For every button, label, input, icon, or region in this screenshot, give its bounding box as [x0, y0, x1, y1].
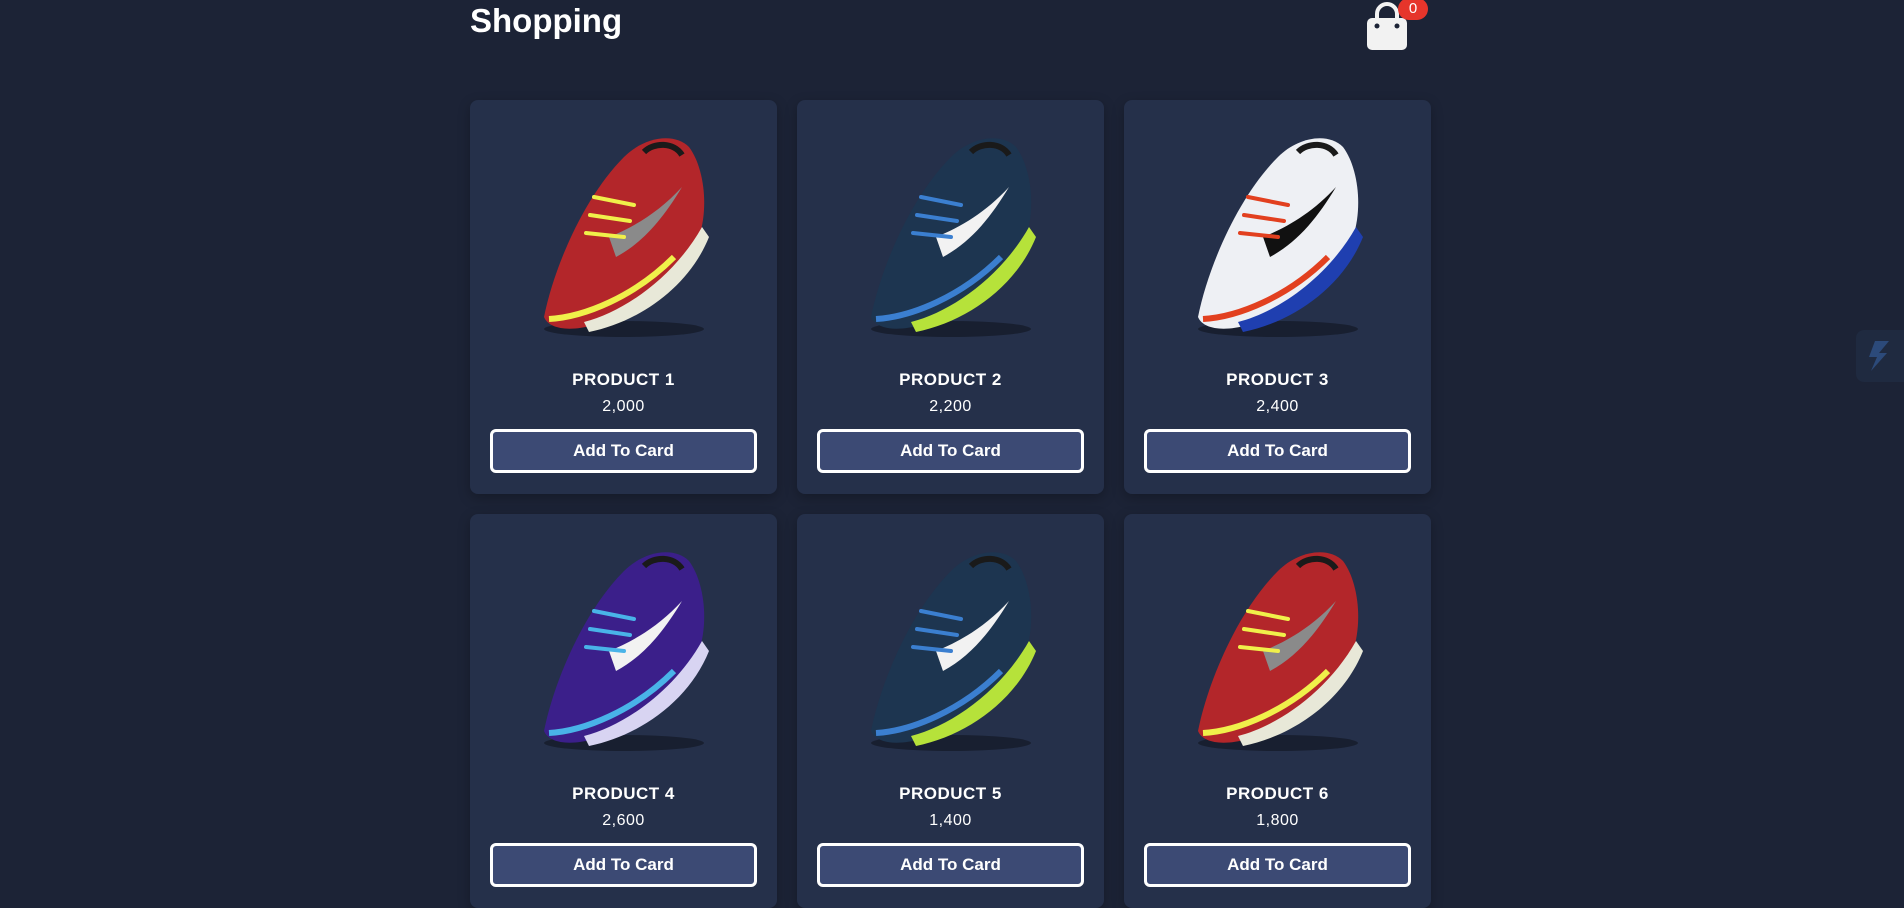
product-image [1164, 112, 1391, 352]
product-card: PRODUCT 3 2,400 Add To Card [1124, 100, 1431, 494]
add-to-cart-button[interactable]: Add To Card [1144, 429, 1411, 473]
page-container: Shopping 0 PRODUCT 1 2,000 Add To Card P… [470, 0, 1432, 908]
lightning-icon [1869, 341, 1889, 371]
product-name: PRODUCT 4 [572, 784, 675, 803]
add-to-cart-button[interactable]: Add To Card [817, 843, 1084, 887]
add-to-cart-button[interactable]: Add To Card [490, 843, 757, 887]
cart-count-badge: 0 [1398, 0, 1428, 20]
product-name: PRODUCT 3 [1226, 370, 1329, 389]
product-image [1164, 526, 1391, 766]
add-to-cart-button[interactable]: Add To Card [490, 429, 757, 473]
product-price: 1,800 [1256, 812, 1299, 829]
product-card: PRODUCT 5 1,400 Add To Card [797, 514, 1104, 908]
product-name: PRODUCT 5 [899, 784, 1002, 803]
product-grid: PRODUCT 1 2,000 Add To Card PRODUCT 2 2,… [470, 100, 1431, 908]
product-card: PRODUCT 2 2,200 Add To Card [797, 100, 1104, 494]
header: Shopping 0 [470, 0, 1432, 60]
product-price: 2,200 [929, 398, 972, 415]
product-image [510, 526, 737, 766]
product-price: 1,400 [929, 812, 972, 829]
add-to-cart-button[interactable]: Add To Card [817, 429, 1084, 473]
product-price: 2,600 [602, 812, 645, 829]
product-price: 2,000 [602, 398, 645, 415]
side-widget[interactable] [1856, 330, 1904, 382]
page-title: Shopping [470, 2, 623, 39]
add-to-cart-button[interactable]: Add To Card [1144, 843, 1411, 887]
product-card: PRODUCT 4 2,600 Add To Card [470, 514, 777, 908]
product-name: PRODUCT 6 [1226, 784, 1329, 803]
product-image [837, 112, 1064, 352]
product-image [837, 526, 1064, 766]
product-card: PRODUCT 1 2,000 Add To Card [470, 100, 777, 494]
product-name: PRODUCT 2 [899, 370, 1002, 389]
product-name: PRODUCT 1 [572, 370, 675, 389]
product-card: PRODUCT 6 1,800 Add To Card [1124, 514, 1431, 908]
product-image [510, 112, 737, 352]
product-price: 2,400 [1256, 398, 1299, 415]
